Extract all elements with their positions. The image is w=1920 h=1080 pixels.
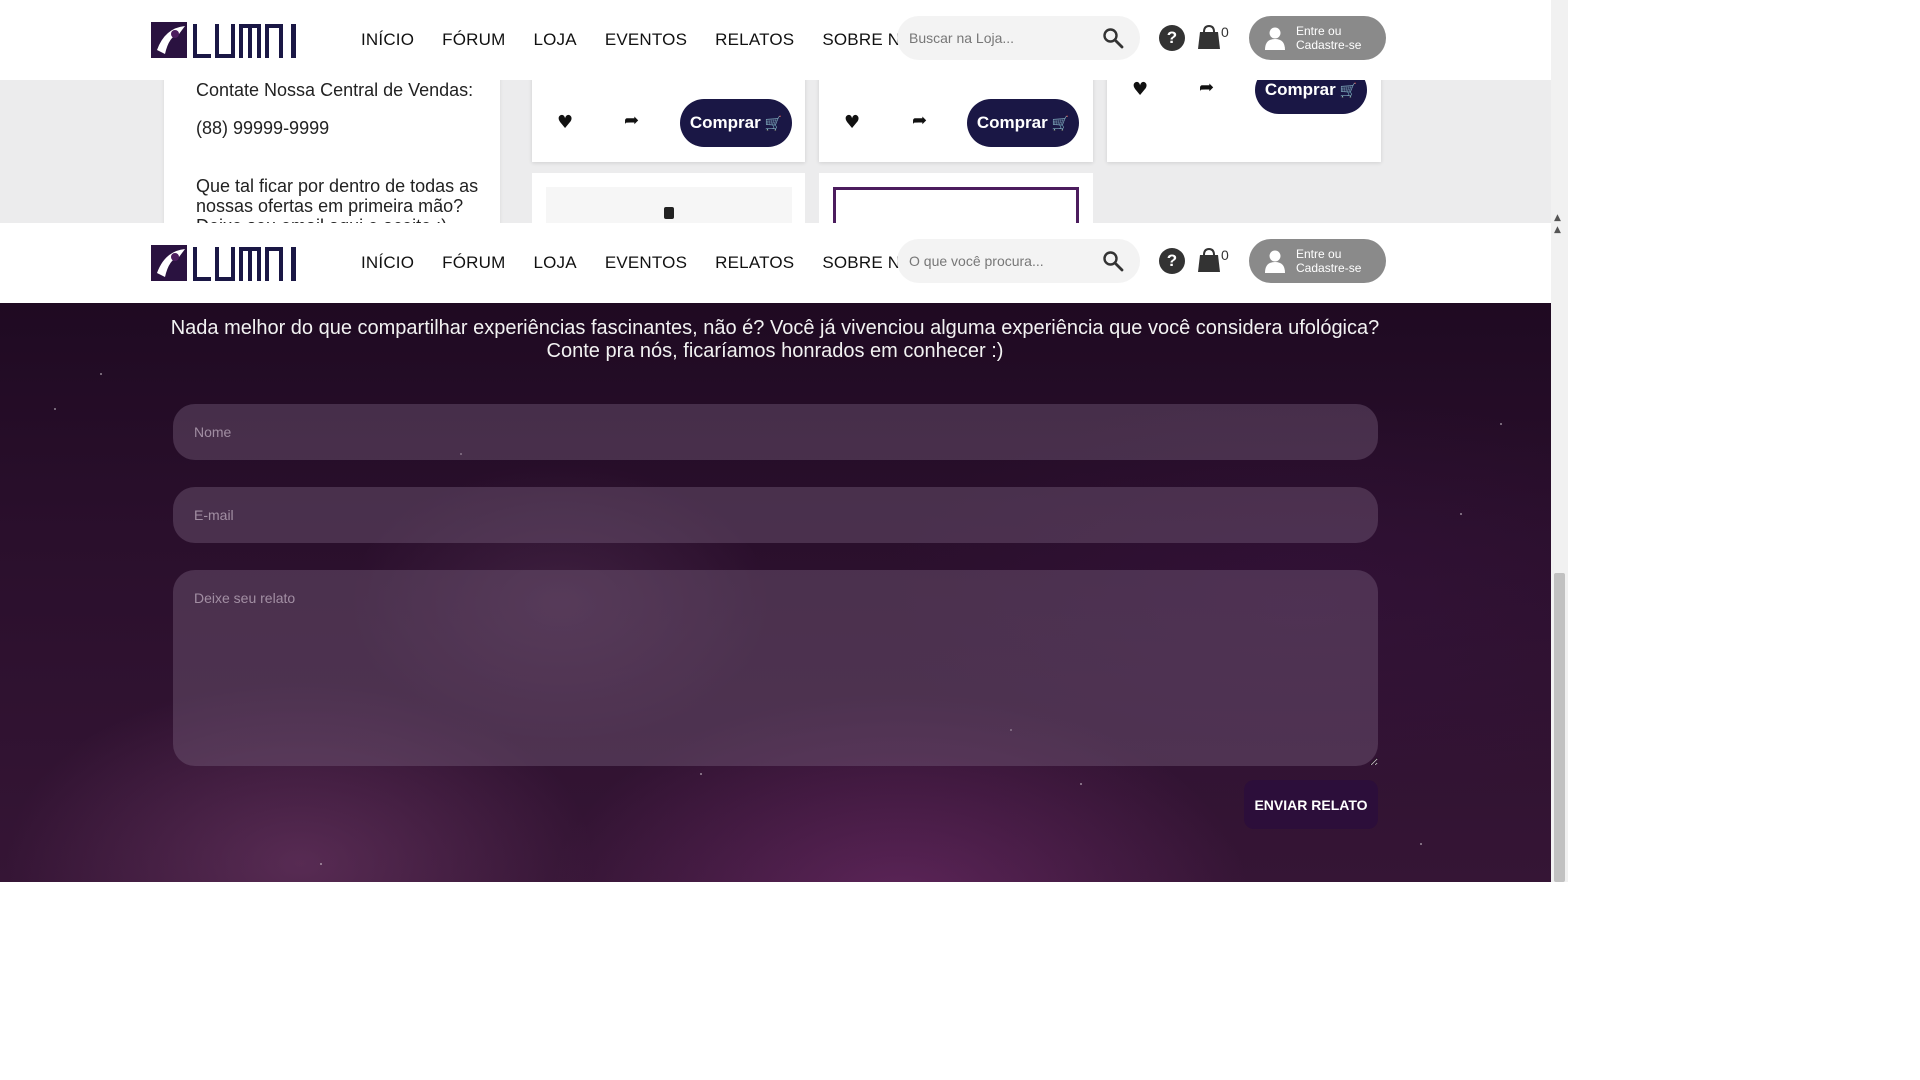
sales-phone: (88) 99999-9999 [196, 118, 330, 138]
name-field[interactable] [173, 404, 1378, 460]
newsletter-promo-text: Que tal ficar por dentro de todas as nos… [196, 176, 479, 223]
login-label: Entre ou Cadastre-se [1296, 247, 1362, 275]
login-signup-button[interactable]: Entre ou Cadastre-se [1249, 239, 1386, 283]
nav-inicio[interactable]: INÍCIO [361, 30, 414, 50]
site-search-input[interactable] [909, 250, 1089, 272]
user-icon [1265, 250, 1285, 273]
scrollbar-thumb[interactable] [1554, 573, 1565, 882]
product-card: ♥ ➦ Comprar 🛒 [532, 70, 805, 162]
login-signup-button[interactable]: Entre ou Cadastre-se [1249, 16, 1386, 60]
nav-loja[interactable]: LOJA [533, 30, 576, 50]
cart-icon: 🛒 [764, 114, 783, 131]
cart-count: 0 [1221, 247, 1229, 263]
nav-relatos[interactable]: RELATOS [715, 30, 794, 50]
lumni-logo[interactable] [151, 20, 311, 60]
report-textarea[interactable] [173, 570, 1378, 766]
scrollbar[interactable]: ▲ [1551, 223, 1568, 882]
search-icon[interactable] [1101, 26, 1125, 50]
share-icon[interactable]: ➦ [912, 110, 927, 131]
main-nav: INÍCIO FÓRUM LOJA EVENTOS RELATOS SOBRE … [361, 0, 925, 80]
star [320, 863, 322, 865]
heart-icon[interactable]: ♥ [844, 112, 860, 133]
store-search-box [897, 16, 1140, 60]
buy-button-label: Comprar [689, 113, 761, 132]
help-icon[interactable]: ? [1159, 248, 1185, 274]
star [700, 773, 702, 775]
nav-forum[interactable]: FÓRUM [442, 30, 505, 50]
main-nav: INÍCIO FÓRUM LOJA EVENTOS RELATOS SOBRE … [361, 223, 925, 303]
store-search-input[interactable] [909, 27, 1089, 49]
heart-icon[interactable]: ♥ [1132, 79, 1148, 100]
store-page-view: Contate Nossa Central de Vendas: (88) 99… [0, 0, 1568, 223]
nav-relatos[interactable]: RELATOS [715, 253, 794, 273]
buy-button-label: Comprar [976, 113, 1048, 132]
lumni-logo[interactable] [151, 243, 311, 283]
site-header: INÍCIO FÓRUM LOJA EVENTOS RELATOS SOBRE … [0, 0, 1551, 80]
star [1500, 423, 1502, 425]
buy-button[interactable]: Comprar 🛒 [967, 99, 1079, 147]
sales-contact-label: Contate Nossa Central de Vendas: [196, 80, 474, 100]
nav-eventos[interactable]: EVENTOS [605, 253, 687, 273]
scroll-up-arrow-icon[interactable]: ▲ [1554, 213, 1561, 223]
star [1420, 843, 1422, 845]
cart-icon: 🛒 [1051, 114, 1070, 131]
star [1460, 513, 1462, 515]
report-section: Nada melhor do que compartilhar experiên… [0, 303, 1551, 882]
nav-forum[interactable]: FÓRUM [442, 253, 505, 273]
login-label: Entre ou Cadastre-se [1296, 24, 1362, 52]
buy-button-label: Comprar [1264, 80, 1336, 99]
shopping-bag-icon[interactable] [1197, 247, 1221, 273]
report-intro-text: Nada melhor do que compartilhar experiên… [170, 317, 1380, 362]
share-icon[interactable]: ➦ [1199, 77, 1214, 98]
product-card[interactable] [532, 173, 805, 223]
submit-report-button[interactable]: ENVIAR RELATO [1244, 780, 1378, 829]
site-search-box [897, 239, 1140, 283]
user-icon [1265, 27, 1285, 50]
sales-contact-sidebar: Contate Nossa Central de Vendas: (88) 99… [164, 70, 500, 223]
search-icon[interactable] [1101, 249, 1125, 273]
scrollbar[interactable]: ▲ [1551, 0, 1568, 223]
product-card[interactable] [819, 173, 1093, 223]
star [100, 373, 102, 375]
report-page-view: Nada melhor do que compartilhar experiên… [0, 223, 1568, 882]
site-header: INÍCIO FÓRUM LOJA EVENTOS RELATOS SOBRE … [0, 223, 1551, 303]
product-image [546, 187, 792, 223]
nav-loja[interactable]: LOJA [533, 253, 576, 273]
nav-inicio[interactable]: INÍCIO [361, 253, 414, 273]
buy-button[interactable]: Comprar 🛒 [680, 99, 792, 147]
shopping-bag-icon[interactable] [1197, 24, 1221, 50]
star [1080, 783, 1082, 785]
star [54, 408, 56, 410]
scroll-up-arrow-icon[interactable]: ▲ [1554, 225, 1561, 235]
jar-product-icon [664, 207, 674, 219]
email-field[interactable] [173, 487, 1378, 543]
cart-icon: 🛒 [1339, 81, 1358, 98]
help-icon[interactable]: ? [1159, 25, 1185, 51]
product-card: ♥ ➦ Comprar 🛒 [819, 70, 1093, 162]
heart-icon[interactable]: ♥ [557, 112, 573, 133]
nav-eventos[interactable]: EVENTOS [605, 30, 687, 50]
cart-count: 0 [1221, 24, 1229, 40]
share-icon[interactable]: ➦ [624, 110, 639, 131]
product-image [833, 187, 1079, 223]
